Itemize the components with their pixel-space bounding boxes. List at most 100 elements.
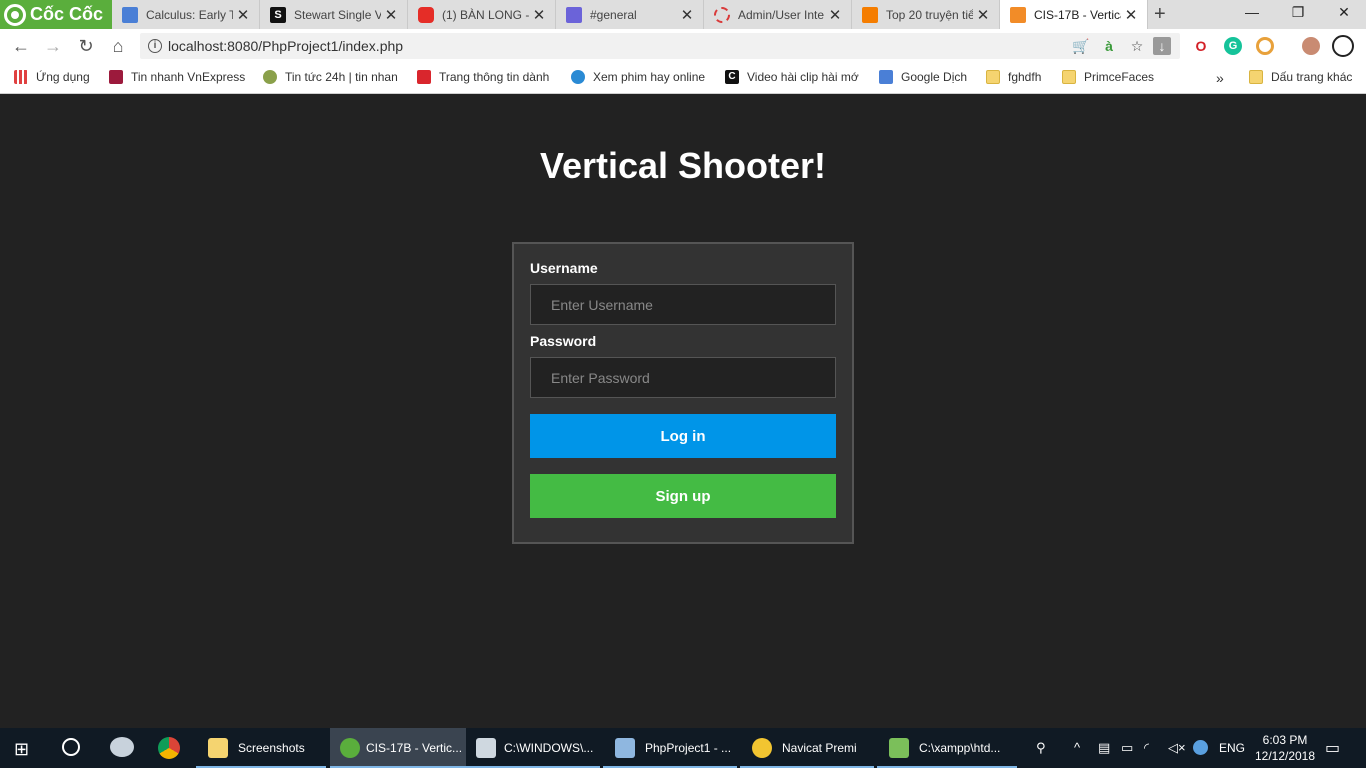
bookmark-label: Dấu trang khác	[1271, 70, 1353, 84]
bookmark-label: Video hài clip hài mớ	[747, 70, 859, 84]
folder-icon	[986, 70, 1000, 84]
address-bar[interactable]: i localhost:8080/PhpProject1/index.php	[140, 33, 1180, 59]
bookmark-star-icon[interactable]: ☆	[1128, 37, 1146, 55]
bookmark-item[interactable]: Google Dịch	[879, 70, 967, 84]
other-bookmarks-folder[interactable]: Dấu trang khác	[1249, 70, 1352, 84]
paint-app-icon[interactable]	[110, 737, 134, 757]
tab-title: Calculus: Early Tr	[146, 7, 233, 22]
profile-avatar[interactable]	[1302, 37, 1320, 55]
notifications-icon[interactable]: ▭	[1325, 738, 1340, 758]
password-input[interactable]	[530, 357, 836, 398]
bookmark-folder[interactable]: fghdfh	[986, 70, 1041, 84]
browser-tab-active[interactable]: CIS-17B - Vertica ✕	[1000, 0, 1148, 29]
system-clock[interactable]: 6:03 PM 12/12/2018	[1252, 732, 1318, 764]
windows-start-icon[interactable]: ⊞	[14, 739, 29, 760]
restore-icon[interactable]: ❐	[1275, 4, 1321, 21]
browser-tab[interactable]: Top 20 truyện tiể ✕	[852, 0, 1000, 29]
bookmark-item[interactable]: Tin tức 24h | tin nhan	[263, 70, 398, 84]
browser-toolbar: ← → ↻ ⌂ i localhost:8080/PhpProject1/ind…	[0, 29, 1366, 63]
bookmarks-bar: Ứng dụng Tin nhanh VnExpress Tin tức 24h…	[0, 63, 1366, 94]
bookmark-item[interactable]: Trang thông tin dành	[417, 70, 549, 84]
url-text[interactable]: localhost:8080/PhpProject1/index.php	[168, 38, 403, 54]
wifi-icon[interactable]: ◜	[1144, 740, 1149, 756]
clip-logo-icon: C	[725, 70, 739, 84]
taskbar-item-label: C:\xampp\htd...	[919, 741, 1001, 755]
input-language[interactable]: ENG	[1219, 741, 1245, 755]
bookmark-label: Trang thông tin dành	[439, 70, 550, 84]
volume-muted-icon[interactable]: ◁×	[1168, 740, 1186, 756]
chrome-icon[interactable]	[158, 737, 180, 759]
xampp-icon	[1010, 6, 1026, 23]
taskbar-item[interactable]: C:\WINDOWS\...	[466, 728, 600, 768]
shopping-cart-icon[interactable]: 🛒	[1072, 37, 1090, 55]
home-icon[interactable]: ⌂	[107, 35, 129, 57]
browser-menu-icon[interactable]	[1332, 35, 1354, 57]
language-globe-icon[interactable]	[1193, 740, 1208, 755]
chevron-up-icon[interactable]: ^	[1074, 740, 1080, 755]
close-tab-icon[interactable]: ✕	[1121, 6, 1141, 24]
browser-tab[interactable]: #general ✕	[556, 0, 704, 29]
bookmark-item[interactable]: Xem phim hay online	[571, 70, 705, 84]
globe-icon	[571, 70, 585, 84]
coccoc-menu-button[interactable]: Cốc Cốc	[0, 0, 112, 29]
discord-icon	[566, 6, 582, 23]
bookmark-label: Tin tức 24h | tin nhan	[285, 70, 398, 84]
bookmark-item[interactable]: Tin nhanh VnExpress	[109, 70, 245, 84]
browser-tab[interactable]: S Stewart Single Va ✕	[260, 0, 408, 29]
browser-tab[interactable]: Calculus: Early Tr ✕	[112, 0, 260, 29]
taskbar-item-label: C:\WINDOWS\...	[504, 741, 594, 755]
forward-arrow-icon[interactable]: →	[42, 35, 64, 57]
taskbar-item[interactable]: PhpProject1 - ...	[603, 728, 737, 768]
tab-title: (1) BÀN LONG - Y	[442, 7, 529, 22]
close-tab-icon[interactable]: ✕	[973, 6, 993, 24]
browser-tab[interactable]: Admin/User Inte ✕	[704, 0, 852, 29]
taskbar-item[interactable]: Navicat Premi	[740, 728, 874, 768]
signup-button[interactable]: Sign up	[530, 474, 836, 518]
close-tab-icon[interactable]: ✕	[529, 6, 549, 24]
page-content: Vertical Shooter! Username Password Log …	[0, 95, 1366, 728]
reload-icon[interactable]: ↻	[75, 35, 97, 57]
search-circle-icon[interactable]	[62, 738, 80, 756]
opera-extension-icon[interactable]: O	[1192, 37, 1210, 55]
download-icon[interactable]: ↓	[1153, 37, 1171, 55]
username-input[interactable]	[530, 284, 836, 325]
extension-ring-icon[interactable]	[1256, 37, 1274, 55]
new-tab-icon[interactable]: +	[1154, 3, 1166, 26]
vietnamese-input-icon[interactable]: à	[1100, 37, 1118, 55]
taskbar-item[interactable]: Screenshots	[196, 728, 326, 768]
taskbar-item-label: CIS-17B - Vertic...	[366, 741, 463, 755]
notepad-plus-icon	[889, 738, 909, 758]
keyboard-icon[interactable]: ▤	[1098, 740, 1110, 756]
bookmarks-overflow-button[interactable]: »	[1216, 70, 1224, 86]
clock-date: 12/12/2018	[1254, 749, 1316, 763]
browser-tab[interactable]: (1) BÀN LONG - Y ✕	[408, 0, 556, 29]
close-window-icon[interactable]: ✕	[1321, 4, 1366, 21]
close-tab-icon[interactable]: ✕	[381, 6, 401, 24]
blogger-icon	[862, 6, 878, 23]
clock-time: 6:03 PM	[1262, 733, 1308, 747]
login-button[interactable]: Log in	[530, 414, 836, 458]
close-tab-icon[interactable]: ✕	[677, 6, 697, 24]
close-tab-icon[interactable]: ✕	[233, 6, 253, 24]
minimize-icon[interactable]: —	[1229, 4, 1275, 20]
netbeans-cube-icon	[615, 738, 635, 758]
taskbar-item-active[interactable]: CIS-17B - Vertic...	[330, 728, 466, 768]
close-tab-icon[interactable]: ✕	[825, 6, 845, 24]
taskbar-item[interactable]: C:\xampp\htd...	[877, 728, 1017, 768]
bookmark-label: Google Dịch	[901, 70, 968, 84]
grammarly-icon[interactable]: G	[1224, 37, 1242, 55]
battery-icon[interactable]: ▭	[1121, 740, 1133, 756]
apps-grid-icon	[14, 70, 28, 84]
site-info-icon[interactable]: i	[148, 39, 162, 53]
bookmark-label: fghdfh	[1008, 70, 1042, 84]
bookmark-item[interactable]: C Video hài clip hài mớ	[725, 70, 859, 84]
bookmark-apps[interactable]: Ứng dụng	[14, 70, 90, 84]
taskbar-item-label: PhpProject1 - ...	[645, 741, 732, 755]
bookmark-folder[interactable]: PrimceFaces	[1062, 70, 1154, 84]
vnexpress-icon	[109, 70, 123, 84]
brand-name: Cốc Cốc	[30, 4, 104, 24]
navicat-icon	[752, 738, 772, 758]
password-label: Password	[530, 333, 597, 349]
back-arrow-icon[interactable]: ←	[10, 35, 32, 57]
people-icon[interactable]: ⚲	[1036, 740, 1046, 756]
